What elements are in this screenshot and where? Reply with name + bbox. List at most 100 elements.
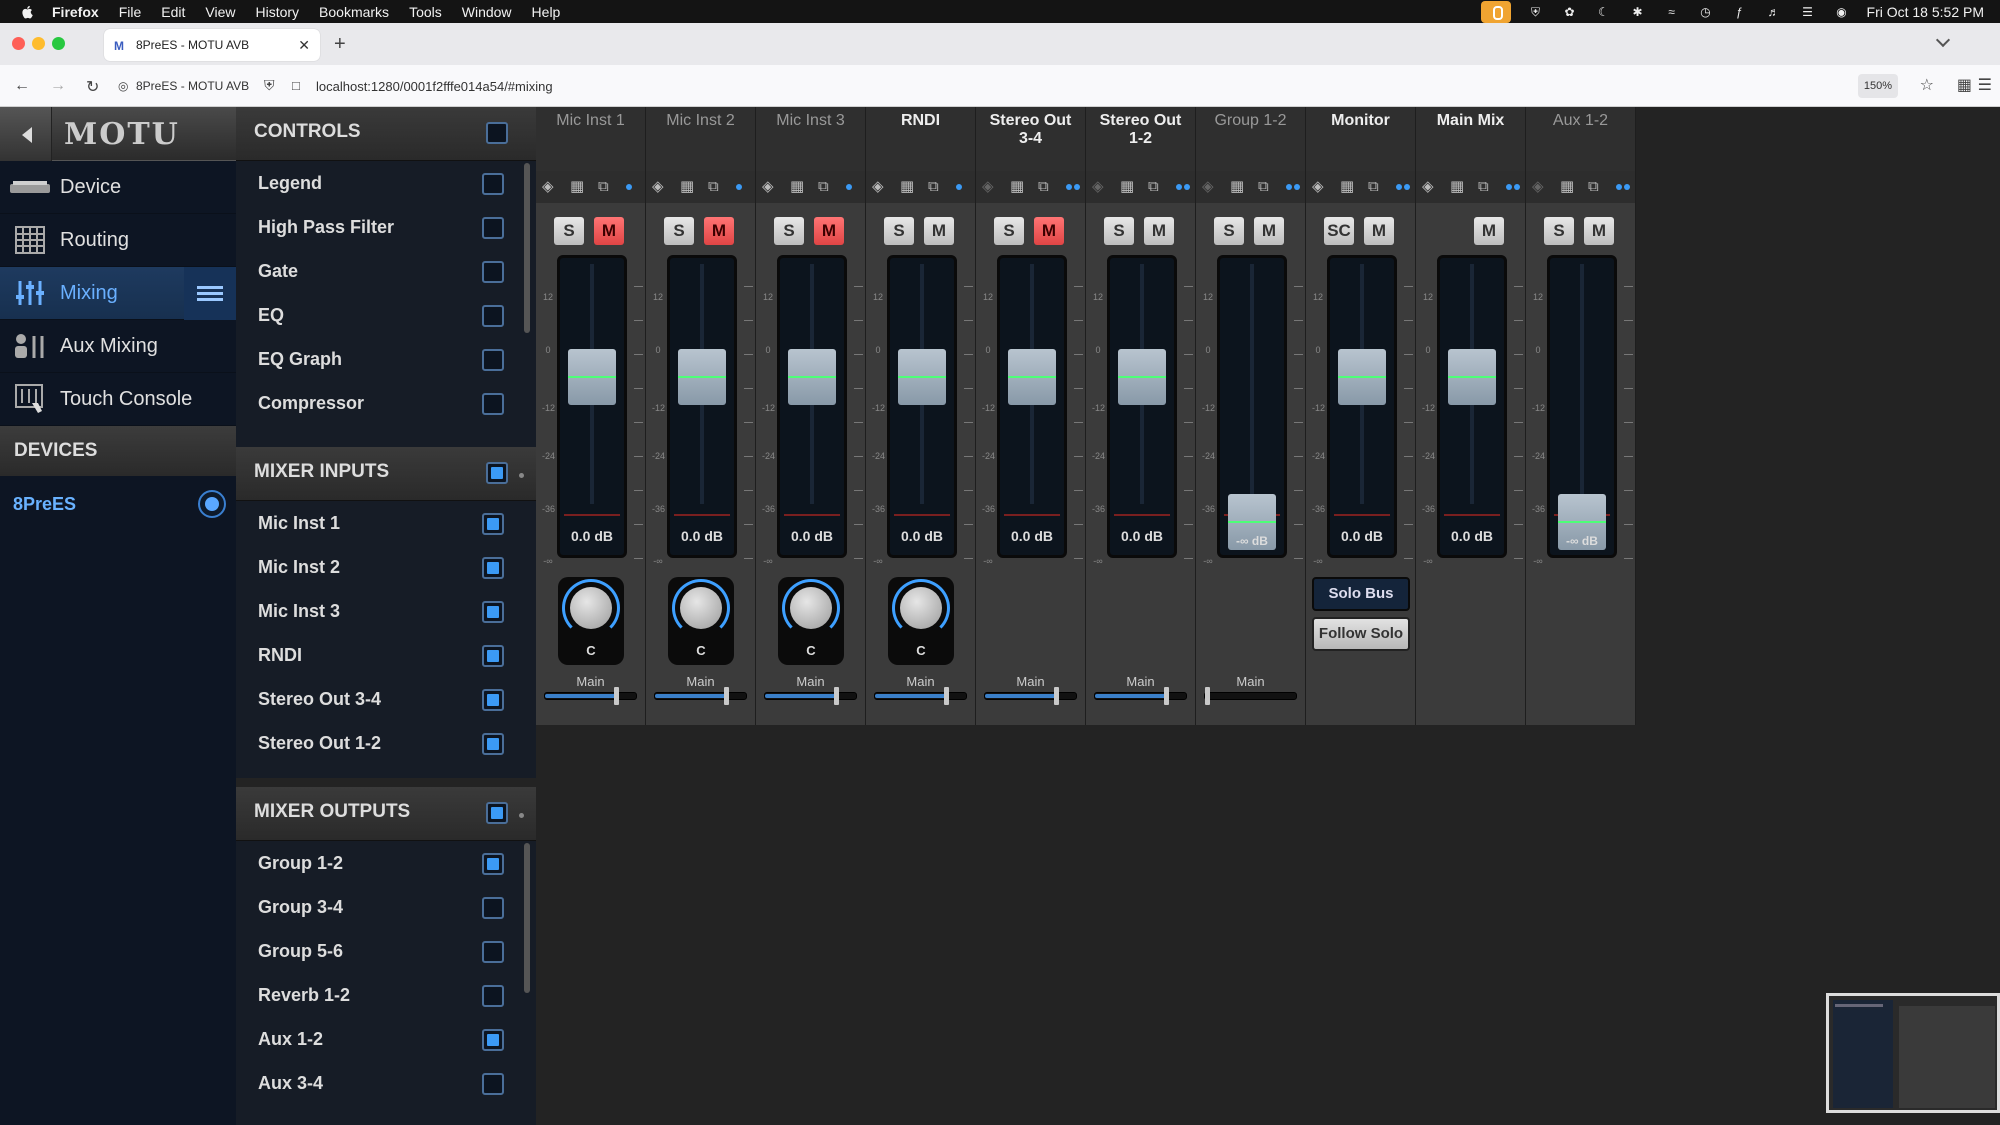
fader-cap[interactable] [1118, 349, 1166, 405]
url-field[interactable]: localhost:1280/0001f2fffe014a54/#mixing [316, 79, 553, 94]
mixer-input-item-stereo-out-1-2[interactable]: Stereo Out 1-2 [236, 721, 536, 765]
site-identity-label[interactable]: 8PreES - MOTU AVB [136, 79, 249, 93]
fader-cap[interactable] [1008, 349, 1056, 405]
volume-fader[interactable]: -∞ dB [1217, 255, 1287, 558]
slider-handle[interactable] [724, 687, 729, 705]
solo-button[interactable]: S [774, 217, 804, 245]
control-checkbox[interactable] [482, 305, 504, 327]
volume-fader[interactable]: 0.0 dB [667, 255, 737, 558]
device-status-led-icon[interactable] [198, 490, 226, 518]
routing-grid-icon[interactable]: ▦ [1010, 178, 1028, 196]
mixer-output-item-aux-1-2[interactable]: Aux 1-2 [236, 1017, 536, 1061]
tag-icon[interactable]: ◈ [762, 178, 780, 196]
volume-fader[interactable]: 0.0 dB [777, 255, 847, 558]
time-machine-icon[interactable]: ◷ [1697, 5, 1715, 19]
volume-fader[interactable]: 0.0 dB [887, 255, 957, 558]
control-checkbox[interactable] [482, 393, 504, 415]
channel-name[interactable]: Stereo Out 1-2 [1086, 107, 1195, 171]
copy-settings-icon[interactable]: ⧉ [1038, 178, 1056, 196]
volume-fader[interactable]: -∞ dB [1547, 255, 1617, 558]
channel-name[interactable]: Stereo Out 3-4 [976, 107, 1085, 171]
mute-button[interactable]: M [1364, 217, 1394, 245]
follow-solo-button[interactable]: Follow Solo [1312, 617, 1410, 651]
bluetooth-icon[interactable]: ✱ [1629, 5, 1647, 19]
channel-name[interactable]: Main Mix [1416, 107, 1525, 171]
fader-cap[interactable] [568, 349, 616, 405]
sidebar-item-touch-console[interactable]: Touch Console [0, 373, 236, 426]
control-item-compressor[interactable]: Compressor [236, 381, 536, 425]
sidebar-item-routing[interactable]: Routing [0, 214, 236, 267]
forward-arrow-icon[interactable]: → [50, 77, 66, 95]
apple-icon[interactable] [18, 5, 38, 19]
close-window-icon[interactable] [12, 37, 25, 50]
tag-icon[interactable]: ◈ [872, 178, 890, 196]
copy-settings-icon[interactable]: ⧉ [1368, 178, 1386, 196]
fader-cap[interactable] [678, 349, 726, 405]
mute-button[interactable]: M [1144, 217, 1174, 245]
mixer-output-item-group-3-4[interactable]: Group 3-4 [236, 885, 536, 929]
minimize-window-icon[interactable] [32, 37, 45, 50]
volume-fader[interactable]: 0.0 dB [1327, 255, 1397, 558]
solo-button[interactable]: S [1104, 217, 1134, 245]
extensions-icon[interactable]: ▦ [1957, 75, 1972, 95]
solo-button[interactable]: S [884, 217, 914, 245]
mute-button[interactable]: M [1254, 217, 1284, 245]
solo-button[interactable]: S [1544, 217, 1574, 245]
channel-name[interactable]: Monitor [1306, 107, 1415, 171]
back-arrow-icon[interactable]: ← [14, 77, 30, 95]
menu-view[interactable]: View [205, 4, 235, 20]
controls-toggle-checkbox[interactable] [486, 122, 508, 144]
mute-button[interactable]: M [814, 217, 844, 245]
pan-knob[interactable]: C [778, 577, 844, 665]
mixer-input-checkbox[interactable] [482, 557, 504, 579]
reload-icon[interactable]: ↻ [86, 77, 99, 97]
browser-tab[interactable]: M 8PreES - MOTU AVB ✕ [104, 29, 320, 61]
mixer-output-checkbox[interactable] [482, 853, 504, 875]
solo-button[interactable]: SC [1324, 217, 1354, 245]
control-checkbox[interactable] [482, 349, 504, 371]
bookmark-star-icon[interactable]: ☆ [1920, 75, 1934, 95]
copy-settings-icon[interactable]: ⧉ [708, 178, 726, 196]
sidebar-item-mixing[interactable]: Mixing [0, 267, 236, 320]
screen-recording-thumbnail[interactable] [1826, 993, 2000, 1113]
tag-icon[interactable]: ◈ [542, 178, 560, 196]
slider-handle[interactable] [1205, 687, 1210, 705]
send-level-slider[interactable] [764, 687, 857, 705]
channel-name[interactable]: Group 1-2 [1196, 107, 1305, 171]
menu-tools[interactable]: Tools [409, 4, 442, 20]
mixer-input-item-rndi[interactable]: RNDI [236, 633, 536, 677]
routing-grid-icon[interactable]: ▦ [1340, 178, 1358, 196]
mixer-output-item-group-5-6[interactable]: Group 5-6 [236, 929, 536, 973]
tag-icon[interactable]: ◈ [1092, 178, 1110, 196]
mixer-input-item-mic-inst-1[interactable]: Mic Inst 1 [236, 501, 536, 545]
site-globe-icon[interactable]: ◎ [118, 79, 128, 93]
mute-button[interactable]: M [1584, 217, 1614, 245]
tag-icon[interactable]: ◈ [652, 178, 670, 196]
device-item[interactable]: 8PreES [0, 476, 236, 532]
mixer-outputs-scrollbar[interactable] [524, 843, 530, 993]
routing-grid-icon[interactable]: ▦ [1230, 178, 1248, 196]
tag-icon[interactable]: ◈ [1422, 178, 1440, 196]
mixer-outputs-toggle-checkbox[interactable] [486, 802, 508, 824]
routing-grid-icon[interactable]: ▦ [900, 178, 918, 196]
close-tab-icon[interactable]: ✕ [298, 37, 310, 54]
control-center-icon[interactable]: ☰ [1799, 5, 1817, 19]
mixer-input-checkbox[interactable] [482, 513, 504, 535]
mute-button[interactable]: M [594, 217, 624, 245]
control-checkbox[interactable] [482, 261, 504, 283]
mixer-inputs-toggle-checkbox[interactable] [486, 462, 508, 484]
mixer-inputs-expand-icon[interactable] [519, 473, 524, 478]
pan-knob[interactable]: C [888, 577, 954, 665]
copy-settings-icon[interactable]: ⧉ [1588, 178, 1606, 196]
control-item-eq[interactable]: EQ [236, 293, 536, 337]
control-checkbox[interactable] [482, 217, 504, 239]
control-checkbox[interactable] [482, 173, 504, 195]
mixer-output-checkbox[interactable] [482, 985, 504, 1007]
channel-name[interactable]: RNDI [866, 107, 975, 171]
fader-cap[interactable] [788, 349, 836, 405]
tracking-shield-icon[interactable]: ⛨ [264, 77, 275, 94]
mixer-output-checkbox[interactable] [482, 1073, 504, 1095]
routing-grid-icon[interactable]: ▦ [790, 178, 808, 196]
mixer-output-item-aux-3-4[interactable]: Aux 3-4 [236, 1061, 536, 1105]
routing-grid-icon[interactable]: ▦ [1560, 178, 1578, 196]
